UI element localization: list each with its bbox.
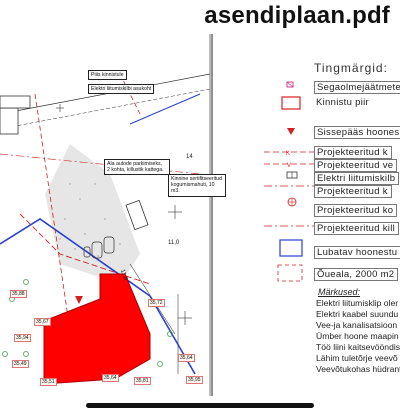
- note-line: Elektri liitumisklip oler: [316, 298, 399, 308]
- callout-electric-box: Elektri liitumiskilbi asukoht: [88, 84, 155, 95]
- legend-item-proj-3: Projekteeritud ko: [314, 204, 398, 217]
- note-line: Töö liini kaitsevööndis: [316, 342, 400, 352]
- building-footprint: [43, 273, 151, 385]
- elevation-mark: 35,88: [10, 290, 27, 298]
- pdf-page-view[interactable]: K V Piiis kinnistule Elektri liitumiskil…: [0, 34, 400, 396]
- legend-title: Tingmärgid:: [314, 61, 388, 75]
- home-indicator[interactable]: [86, 403, 314, 408]
- legend-item-proj-water: Projekteeritud ve: [314, 159, 398, 172]
- collection-tank: [125, 199, 149, 231]
- elevation-mark: 35,64: [102, 374, 119, 382]
- bottom-bar: [0, 396, 400, 412]
- dimension-label: 14: [186, 154, 193, 160]
- elevation-mark: 35,51: [40, 378, 57, 386]
- legend-item-yard: Õueala, 2000 m2: [314, 268, 399, 281]
- existing-structure: [0, 107, 19, 135]
- callout-collection-tank: Kinnine sertifitseeritud kogumismahuti, …: [168, 174, 226, 197]
- svg-text:K: K: [286, 151, 290, 157]
- note-line: Elektri kaabel suundu: [316, 309, 399, 319]
- legend-item-property-line: Kinnistu piir: [316, 97, 370, 108]
- note-line: Ümber hoone maapin: [316, 331, 399, 341]
- notes-title: Märkused:: [318, 287, 361, 297]
- existing-structure: [0, 95, 31, 109]
- note-line: Vee-ja kanalisatsioon: [316, 320, 398, 330]
- note-line: Lähim tuletõrje veevõ: [316, 353, 398, 363]
- elevation-mark: 35,67: [34, 318, 51, 326]
- legend-item-proj-1: Projekteeritud k: [314, 146, 392, 159]
- callout-parking-area: Ala autode parkimiseks, 2 kohta, killust…: [104, 159, 170, 176]
- legend-item-entrance: Sissepääs hoones: [314, 126, 400, 139]
- callout-property-access: Piiis kinnistule: [88, 70, 127, 81]
- viewer-titlebar: asendiplaan.pdf: [0, 0, 400, 34]
- elevation-mark: 35,64: [178, 354, 195, 362]
- road-edge: [0, 88, 211, 130]
- note-line: Veevõtukohas hüdrant: [316, 364, 400, 374]
- legend-item-building-area: Lubatav hoonestu: [314, 246, 400, 259]
- dimension-label: 11,0: [168, 240, 180, 246]
- legend-item-electric-box: Elektri liitumiskilb: [314, 172, 400, 185]
- elevation-mark: 35,94: [14, 334, 31, 342]
- elevation-mark: 35,72: [148, 299, 165, 307]
- property-boundary-2: [129, 93, 201, 125]
- legend-item-proj-gravel: Projekteeritud kill: [314, 222, 400, 235]
- elevation-mark: 35,49: [12, 360, 29, 368]
- elevation-mark: 35,95: [186, 376, 203, 384]
- legend-item-proj-2: Projekteeritud k: [314, 185, 392, 198]
- elevation-mark: 35,81: [134, 377, 151, 385]
- document-title: asendiplaan.pdf: [204, 2, 390, 29]
- legend-symbols: K V: [264, 81, 314, 282]
- svg-text:V: V: [287, 163, 291, 169]
- legend-item-waste: Segaolmejäätmete: [314, 81, 400, 94]
- entrance-marker: [75, 296, 83, 304]
